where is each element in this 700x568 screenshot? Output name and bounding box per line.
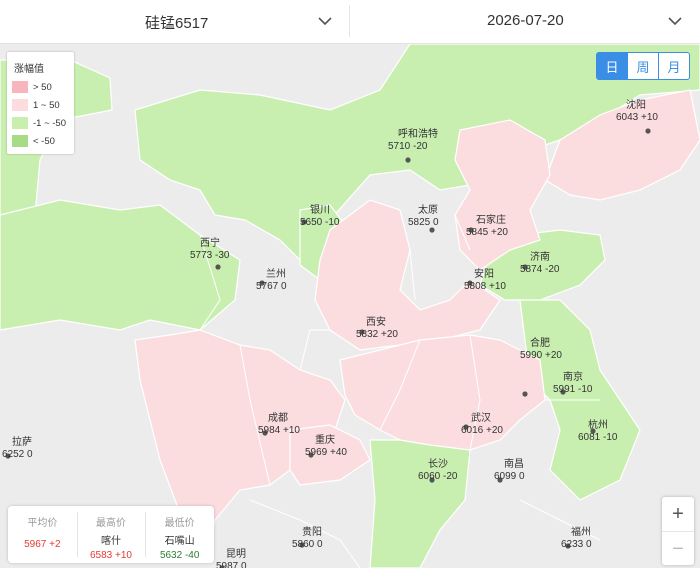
city-name: 贵阳 xyxy=(302,525,322,538)
stat-average-value: 5967 +2 xyxy=(24,539,61,550)
stat-min-value: 5632 -40 xyxy=(159,550,200,561)
city-value: 5987 0 xyxy=(216,561,247,568)
city-value: 5984 +10 xyxy=(258,425,300,436)
city-name: 杭州 xyxy=(588,418,608,431)
stat-max-city: 喀什 xyxy=(101,536,121,547)
city-name: 成都 xyxy=(268,412,288,424)
city-value: 5825 0 xyxy=(408,217,439,228)
stat-max-value: 6583 +10 xyxy=(90,550,132,561)
zoom-out-button[interactable]: − xyxy=(662,531,694,566)
city-value: 5832 +20 xyxy=(356,329,398,340)
city-name: 南昌 xyxy=(504,457,524,470)
city-name: 西安 xyxy=(366,315,386,328)
zoom-control: + − xyxy=(662,497,694,565)
legend-label: > 50 xyxy=(33,81,52,93)
city-dot[interactable] xyxy=(645,128,651,134)
city-dot[interactable] xyxy=(215,264,221,270)
city-name: 长沙 xyxy=(428,458,448,470)
city-value: 5860 0 xyxy=(292,539,323,550)
city-name: 拉萨 xyxy=(12,435,32,448)
city-value: 5991 -10 xyxy=(553,384,593,395)
city-name: 南京 xyxy=(563,370,583,383)
legend-item[interactable]: < -50 xyxy=(12,134,55,148)
top-bar: 硅锰6517 2026-07-20 xyxy=(0,0,700,44)
city-name: 银川 xyxy=(310,203,330,216)
city-dot[interactable] xyxy=(405,157,411,163)
city-value: 6099 0 xyxy=(494,471,525,482)
city-value: 5845 +20 xyxy=(466,227,508,238)
product-selector[interactable]: 硅锰6517 xyxy=(0,0,349,43)
period-day-button[interactable]: 日 xyxy=(596,52,628,80)
product-name: 硅锰6517 xyxy=(145,15,209,32)
city-name: 石家庄 xyxy=(476,213,506,226)
city-value: 5874 -20 xyxy=(520,264,560,275)
period-toggle: 日 周 月 xyxy=(596,52,690,80)
city-value: 5650 -10 xyxy=(300,217,340,228)
city-name: 济南 xyxy=(530,250,550,263)
legend-title: 涨幅值 xyxy=(14,64,44,75)
city-name: 太原 xyxy=(418,203,438,216)
map-canvas[interactable]: 呼和浩特5710 -20 沈阳6043 +10 银川5650 -10 太原5825 0… xyxy=(0,44,700,568)
city-name: 安阳 xyxy=(474,267,494,280)
stats-panel: 平均价 5967 +2 最高价 喀什 6583 +10 最低价 石嘴山 5632… xyxy=(8,506,214,563)
city-value: 5773 -30 xyxy=(190,250,230,261)
city-name: 武汉 xyxy=(471,411,491,424)
city-name: 沈阳 xyxy=(626,98,646,111)
stat-min: 最低价 石嘴山 5632 -40 xyxy=(145,506,214,563)
legend-swatch xyxy=(12,81,28,93)
chevron-down-icon xyxy=(668,17,682,26)
legend-item[interactable]: > 50 xyxy=(12,80,52,94)
city-name: 兰州 xyxy=(266,267,286,280)
city-value: 6081 -10 xyxy=(578,432,618,443)
city-name: 呼和浩特 xyxy=(398,128,438,140)
price-map[interactable]: 呼和浩特 5710 -20 沈阳 6043 +10 银川 5650 -10 太原 5825 0… xyxy=(0,44,700,568)
legend-swatch xyxy=(12,99,28,111)
city-value: 5808 +10 xyxy=(464,281,506,292)
date-selector[interactable]: 2026-07-20 xyxy=(350,0,700,43)
legend-swatch xyxy=(12,135,28,147)
period-week-button[interactable]: 周 xyxy=(627,52,659,80)
city-name: 重庆 xyxy=(315,433,335,446)
date-value: 2026-07-20 xyxy=(487,12,564,29)
city-value: 6016 +20 xyxy=(461,425,503,436)
city-value: 5990 +20 xyxy=(520,350,562,361)
stat-min-city: 石嘴山 xyxy=(164,536,195,547)
city-name: 西宁 xyxy=(200,236,220,249)
city-value: 6233 0 xyxy=(561,539,592,550)
zoom-in-button[interactable]: + xyxy=(662,497,694,531)
chevron-down-icon xyxy=(318,17,332,26)
city-dot[interactable] xyxy=(429,227,435,233)
stat-min-label: 最低价 xyxy=(164,518,195,529)
legend-item[interactable]: 1 ~ 50 xyxy=(12,98,60,112)
stat-average-label: 平均价 xyxy=(27,518,58,529)
city-name: 昆明 xyxy=(226,548,246,560)
city-value: 5710 -20 xyxy=(388,141,428,152)
legend-label: < -50 xyxy=(33,135,55,147)
city-name: 福州 xyxy=(571,525,591,538)
city-value: 6043 +10 xyxy=(616,112,658,123)
stat-max: 最高价 喀什 6583 +10 xyxy=(76,506,146,563)
legend-item[interactable]: -1 ~ -50 xyxy=(12,116,66,130)
legend-label: 1 ~ 50 xyxy=(33,99,60,111)
city-value: 5767 0 xyxy=(256,281,287,292)
city-value: 6252 0 xyxy=(2,449,33,460)
legend-swatch xyxy=(12,117,28,129)
stat-max-label: 最高价 xyxy=(96,518,126,529)
legend-label: -1 ~ -50 xyxy=(33,117,67,129)
city-dot[interactable] xyxy=(522,391,528,397)
city-name: 合肥 xyxy=(530,336,550,349)
period-month-button[interactable]: 月 xyxy=(658,52,690,80)
stat-average: 平均价 5967 +2 xyxy=(8,506,77,563)
city-value: 5969 +40 xyxy=(305,447,347,458)
legend: 涨幅值 > 50 1 ~ 50 -1 ~ -50 < -50 xyxy=(7,52,74,154)
city-value: 6060 -20 xyxy=(418,471,458,482)
